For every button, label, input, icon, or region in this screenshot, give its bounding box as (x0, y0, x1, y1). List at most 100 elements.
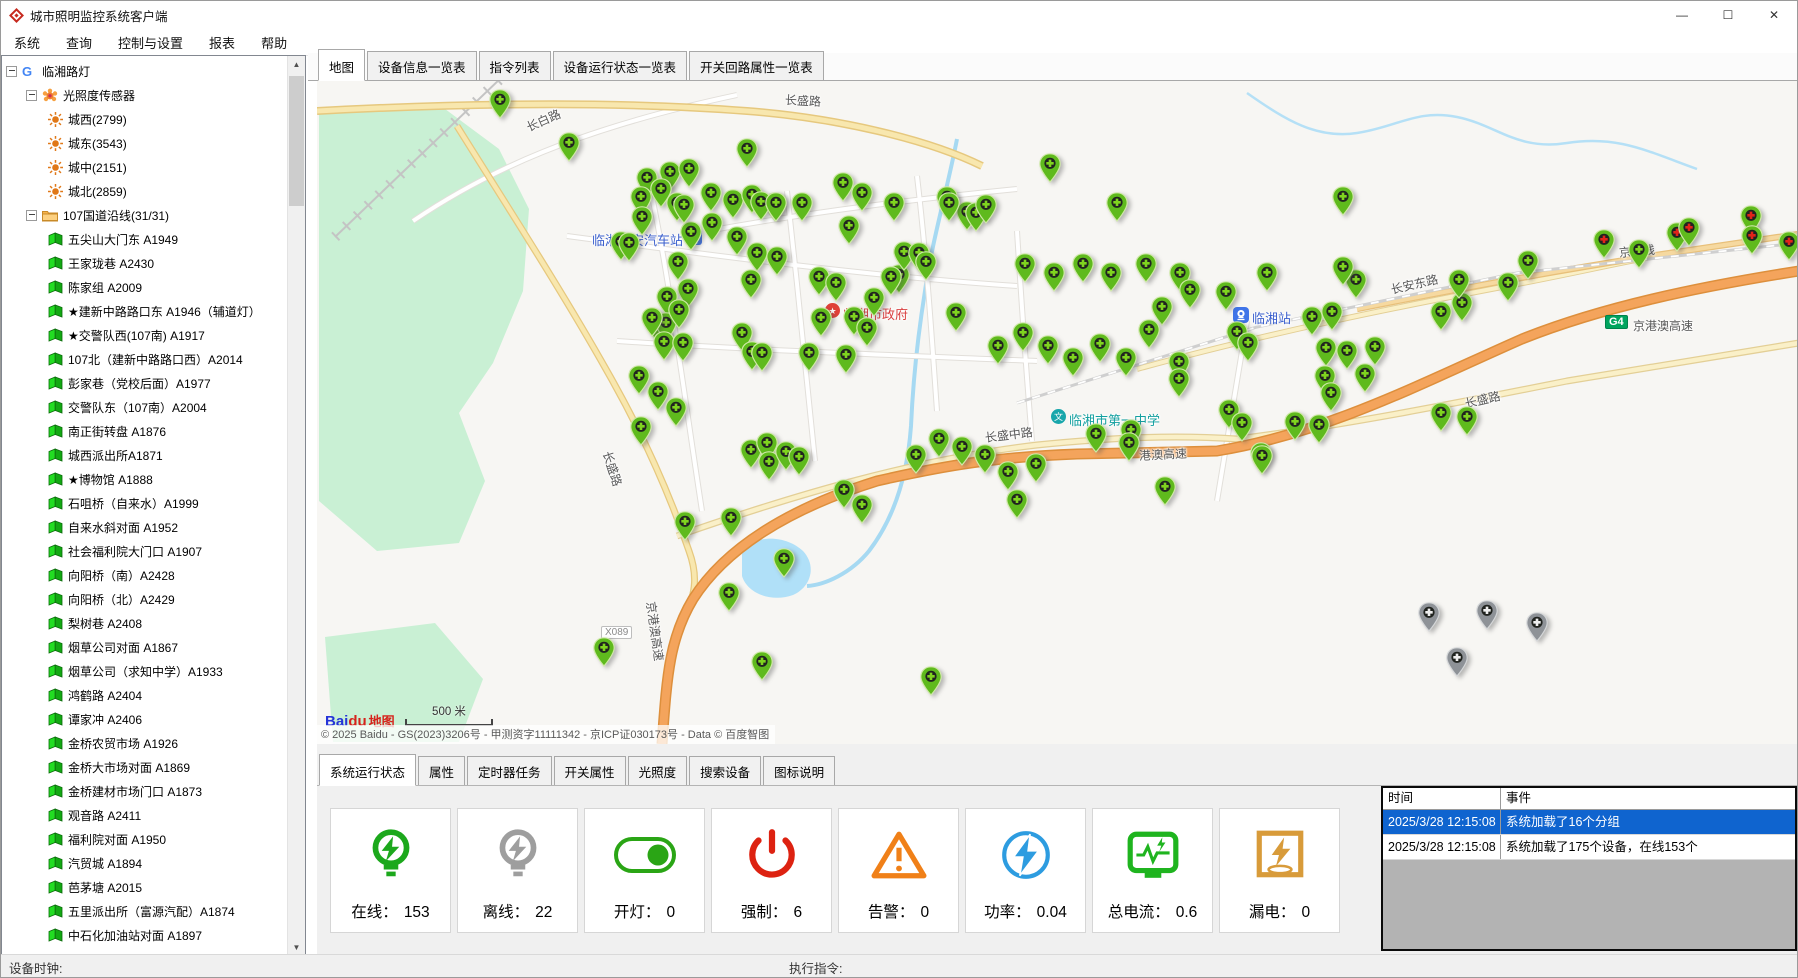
map-marker-online[interactable] (788, 446, 810, 481)
tree-scrollbar[interactable]: ▲ ▼ (287, 56, 305, 956)
tree-item[interactable]: 陈家组 A2009 (2, 275, 288, 299)
tree-item[interactable]: 烟草公司对面 A1867 (2, 635, 288, 659)
map-marker-online[interactable] (674, 511, 696, 546)
menu-item-报表[interactable]: 报表 (196, 29, 248, 56)
tree-item[interactable]: 城西(2799) (2, 107, 288, 131)
tree-expander-icon[interactable] (26, 90, 37, 101)
map-marker-online[interactable] (1089, 333, 1111, 368)
map-marker-online[interactable] (558, 132, 580, 167)
map-marker-online[interactable] (1308, 414, 1330, 449)
tab-图标说明[interactable]: 图标说明 (763, 756, 835, 785)
map-marker-online[interactable] (951, 436, 973, 471)
map-marker-online[interactable] (678, 158, 700, 193)
maximize-button[interactable]: ☐ (1705, 1, 1751, 29)
tab-搜索设备[interactable]: 搜索设备 (689, 756, 761, 785)
map-marker-online[interactable] (1321, 301, 1343, 336)
tree-item[interactable]: G临湘路灯 (2, 59, 288, 83)
tab-地图[interactable]: 地图 (318, 49, 365, 81)
menu-item-帮助[interactable]: 帮助 (248, 29, 300, 56)
map-marker-online[interactable] (1106, 192, 1128, 227)
map-marker-online[interactable] (673, 194, 695, 229)
tree-item[interactable]: 社会福利院大门口 A1907 (2, 539, 288, 563)
tab-系统运行状态[interactable]: 系统运行状态 (319, 754, 416, 786)
map-marker-online[interactable] (945, 302, 967, 337)
map-marker-online[interactable] (1115, 347, 1137, 382)
tree-item[interactable]: 向阳桥（北）A2429 (2, 587, 288, 611)
tree-item[interactable]: 城东(3543) (2, 131, 288, 155)
map-marker-online[interactable] (1025, 453, 1047, 488)
map-marker-online[interactable] (672, 332, 694, 367)
map-marker-online[interactable] (905, 444, 927, 479)
map-marker-online[interactable] (987, 335, 1009, 370)
close-button[interactable]: ✕ (1751, 1, 1797, 29)
tree-item[interactable]: 交警队东（107南）A2004 (2, 395, 288, 419)
scroll-up-icon[interactable]: ▲ (288, 56, 305, 73)
tree-item[interactable]: 金桥大市场对面 A1869 (2, 755, 288, 779)
tab-设备信息一览表[interactable]: 设备信息一览表 (367, 51, 477, 80)
map-marker-online[interactable] (1168, 368, 1190, 403)
map-marker-online[interactable] (1354, 363, 1376, 398)
tree-item[interactable]: 彭家巷（党校后面）A1977 (2, 371, 288, 395)
tab-开关回路属性一览表[interactable]: 开关回路属性一览表 (689, 51, 824, 80)
tab-光照度[interactable]: 光照度 (628, 756, 688, 785)
event-log-row[interactable]: 2025/3/28 12:15:08系统加载了16个分组 (1383, 810, 1795, 835)
event-log-row[interactable]: 2025/3/28 12:15:08系统加载了175个设备，在线153个 (1383, 835, 1795, 860)
map-marker-online[interactable] (1448, 269, 1470, 304)
map-marker-online[interactable] (1043, 262, 1065, 297)
map-marker-offline[interactable] (1418, 602, 1440, 637)
map-marker-online[interactable] (1154, 476, 1176, 511)
tab-指令列表[interactable]: 指令列表 (479, 51, 551, 80)
tree-item[interactable]: 谭家冲 A2406 (2, 707, 288, 731)
tree-item[interactable]: ★博物馆 A1888 (2, 467, 288, 491)
map-marker-online[interactable] (1085, 423, 1107, 458)
map-marker-online[interactable] (856, 317, 878, 352)
tree-item[interactable]: 向阳桥（南）A2428 (2, 563, 288, 587)
map-marker-online[interactable] (740, 269, 762, 304)
map-marker-online[interactable] (1179, 279, 1201, 314)
map-canvas[interactable]: 长盛路长白路长盛路长盛中路港澳高速长盛路长安东路京港线京港澳高速京港澳高速临湘长… (317, 81, 1798, 744)
minimize-button[interactable]: — (1659, 1, 1705, 29)
event-log[interactable]: 时间事件2025/3/28 12:15:08系统加载了16个分组2025/3/2… (1381, 786, 1797, 951)
map-marker-online[interactable] (766, 246, 788, 281)
map-marker-online[interactable] (726, 226, 748, 261)
map-marker-online[interactable] (1006, 489, 1028, 524)
map-marker-online[interactable] (720, 507, 742, 542)
map-marker-online[interactable] (825, 272, 847, 307)
tree-expander-icon[interactable] (6, 66, 17, 77)
map-marker-online[interactable] (928, 428, 950, 463)
map-marker-online[interactable] (701, 212, 723, 247)
map-marker-forced[interactable] (1678, 217, 1700, 252)
tree-item[interactable]: 城中(2151) (2, 155, 288, 179)
map-marker-online[interactable] (1284, 411, 1306, 446)
map-marker-forced[interactable] (1741, 225, 1763, 260)
map-marker-online[interactable] (851, 182, 873, 217)
map-marker-online[interactable] (1301, 306, 1323, 341)
map-marker-online[interactable] (838, 215, 860, 250)
map-marker-online[interactable] (920, 666, 942, 701)
map-marker-online[interactable] (1100, 262, 1122, 297)
map-marker-online[interactable] (751, 651, 773, 686)
map-marker-online[interactable] (489, 89, 511, 124)
map-marker-online[interactable] (1430, 301, 1452, 336)
tree-item[interactable]: 107国道沿线(31/31) (2, 203, 288, 227)
tree-item[interactable]: 中石化加油站对面 A1897 (2, 923, 288, 947)
tree-item[interactable]: 城北(2859) (2, 179, 288, 203)
map-marker-online[interactable] (1118, 432, 1140, 467)
tree-item[interactable]: 金桥建材市场门口 A1873 (2, 779, 288, 803)
tree-item[interactable]: 观音路 A2411 (2, 803, 288, 827)
map-marker-online[interactable] (1012, 322, 1034, 357)
tab-定时器任务[interactable]: 定时器任务 (467, 756, 552, 785)
map-marker-online[interactable] (974, 444, 996, 479)
tree-item[interactable]: 汽贸城 A1894 (2, 851, 288, 875)
tree-item[interactable]: 城西派出所A1871 (2, 443, 288, 467)
map-marker-online[interactable] (1332, 256, 1354, 291)
map-marker-online[interactable] (765, 192, 787, 227)
map-marker-offline[interactable] (1476, 600, 1498, 635)
map-marker-online[interactable] (798, 342, 820, 377)
map-marker-online[interactable] (1517, 250, 1539, 285)
tree-item[interactable]: 福利院对面 A1950 (2, 827, 288, 851)
map-marker-online[interactable] (810, 307, 832, 342)
tree-item[interactable]: 光照度传感器 (2, 83, 288, 107)
tree-item[interactable]: 五尖山大门东 A1949 (2, 227, 288, 251)
tree-item[interactable]: 王家珑巷 A2430 (2, 251, 288, 275)
